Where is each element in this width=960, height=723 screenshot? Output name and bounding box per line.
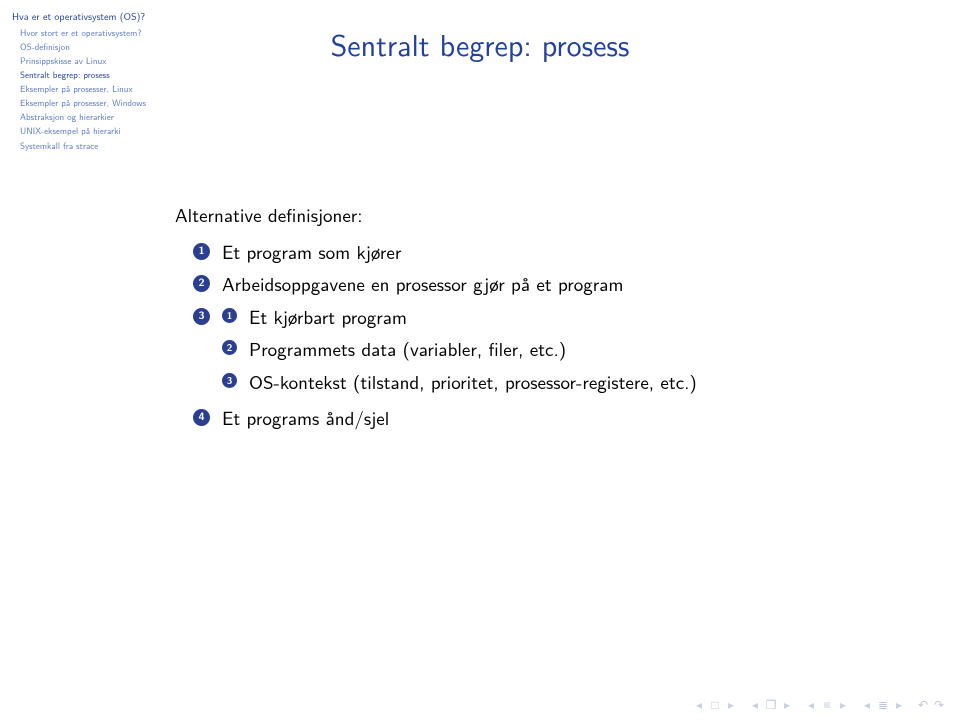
sidebar-item-2[interactable]: Prinsippskisse av Linux bbox=[20, 55, 157, 67]
list-item-text: Et kjørbart program bbox=[249, 302, 407, 331]
list-item-text: OS-kontekst (tilstand, prioritet, proses… bbox=[249, 367, 697, 396]
list-item: 1 Et program som kjører bbox=[193, 237, 915, 266]
nested-list-item: 1 Et kjørbart program bbox=[222, 302, 915, 331]
sidebar-section[interactable]: Hva er et operativsystem (OS)? bbox=[12, 10, 157, 24]
bullet-number-icon: 1 bbox=[222, 308, 237, 323]
list-item: 4 Et programs ånd/sjel bbox=[193, 403, 915, 432]
nav-prev-icon[interactable]: ◂ bbox=[692, 695, 706, 713]
bullet-number-icon: 3 bbox=[222, 373, 237, 388]
nav-group-history[interactable]: ↶ ↷ bbox=[916, 695, 946, 713]
nav-group-section[interactable]: ◂ ≣ ▸ bbox=[860, 695, 906, 713]
bullet-number-icon: 2 bbox=[193, 275, 210, 292]
bullet-number-icon: 3 bbox=[193, 308, 210, 325]
sidebar-item-5[interactable]: Eksempler på prosesser, Windows bbox=[20, 97, 157, 109]
nav-next-icon[interactable]: ▸ bbox=[724, 695, 738, 713]
sidebar-item-3[interactable]: Sentralt begrep: prosess bbox=[20, 69, 157, 81]
sidebar-item-8[interactable]: Systemkall fra strace bbox=[20, 140, 157, 152]
list-item-text: Et program som kjører bbox=[222, 237, 401, 266]
sidebar-item-4[interactable]: Eksempler på prosesser, Linux bbox=[20, 83, 157, 95]
nav-prev-icon[interactable]: ◂ bbox=[860, 695, 874, 713]
nav-prev-icon[interactable]: ◂ bbox=[748, 695, 762, 713]
sidebar-item-6[interactable]: Abstraksjon og hierarkier bbox=[20, 111, 157, 123]
nav-forward-icon[interactable]: ↷ bbox=[932, 695, 946, 713]
sidebar: Hva er et operativsystem (OS)? Hvor stor… bbox=[12, 10, 157, 154]
nav-section-icon[interactable]: ≣ bbox=[876, 695, 890, 713]
nav-back-icon[interactable]: ↶ bbox=[916, 695, 930, 713]
list-item: 3 1 Et kjørbart program 2 Programmets da… bbox=[193, 302, 915, 400]
nav-frame-icon[interactable]: ❐ bbox=[764, 695, 778, 713]
slide-content: Alternative definisjoner: 1 Et program s… bbox=[175, 200, 915, 436]
bullet-number-icon: 2 bbox=[222, 340, 237, 355]
nested-list-item: 3 OS-kontekst (tilstand, prioritet, pros… bbox=[222, 367, 915, 396]
nav-prev-icon[interactable]: ◂ bbox=[804, 695, 818, 713]
bullet-number-icon: 1 bbox=[193, 243, 210, 260]
content-intro: Alternative definisjoner: bbox=[175, 200, 915, 229]
nav-next-icon[interactable]: ▸ bbox=[892, 695, 906, 713]
list-item-text: Et programs ånd/sjel bbox=[222, 403, 389, 432]
nav-next-icon[interactable]: ▸ bbox=[836, 695, 850, 713]
nav-group-frame[interactable]: ◂ ❐ ▸ bbox=[748, 695, 794, 713]
nav-group-slide[interactable]: ◂ □ ▸ bbox=[692, 695, 738, 713]
nav-subsection-icon[interactable]: ≡ bbox=[820, 695, 834, 713]
nested-list-item: 2 Programmets data (variabler, filer, et… bbox=[222, 334, 915, 363]
list-item: 2 Arbeidsoppgavene en prosessor gjør på … bbox=[193, 269, 915, 298]
beamer-nav: ◂ □ ▸ ◂ ❐ ▸ ◂ ≡ ▸ ◂ ≣ ▸ ↶ ↷ bbox=[692, 695, 946, 713]
nav-next-icon[interactable]: ▸ bbox=[780, 695, 794, 713]
sidebar-item-7[interactable]: UNIX-eksempel på hierarki bbox=[20, 125, 157, 137]
bullet-number-icon: 4 bbox=[193, 409, 210, 426]
nav-group-subsection[interactable]: ◂ ≡ ▸ bbox=[804, 695, 850, 713]
sidebar-item-0[interactable]: Hvor stort er et operativsystem? bbox=[20, 27, 157, 39]
list-item-text: Programmets data (variabler, filer, etc.… bbox=[249, 334, 566, 363]
nav-slide-icon[interactable]: □ bbox=[708, 695, 722, 713]
list-item-text: Arbeidsoppgavene en prosessor gjør på et… bbox=[222, 269, 623, 298]
sidebar-item-1[interactable]: OS-definisjon bbox=[20, 41, 157, 53]
